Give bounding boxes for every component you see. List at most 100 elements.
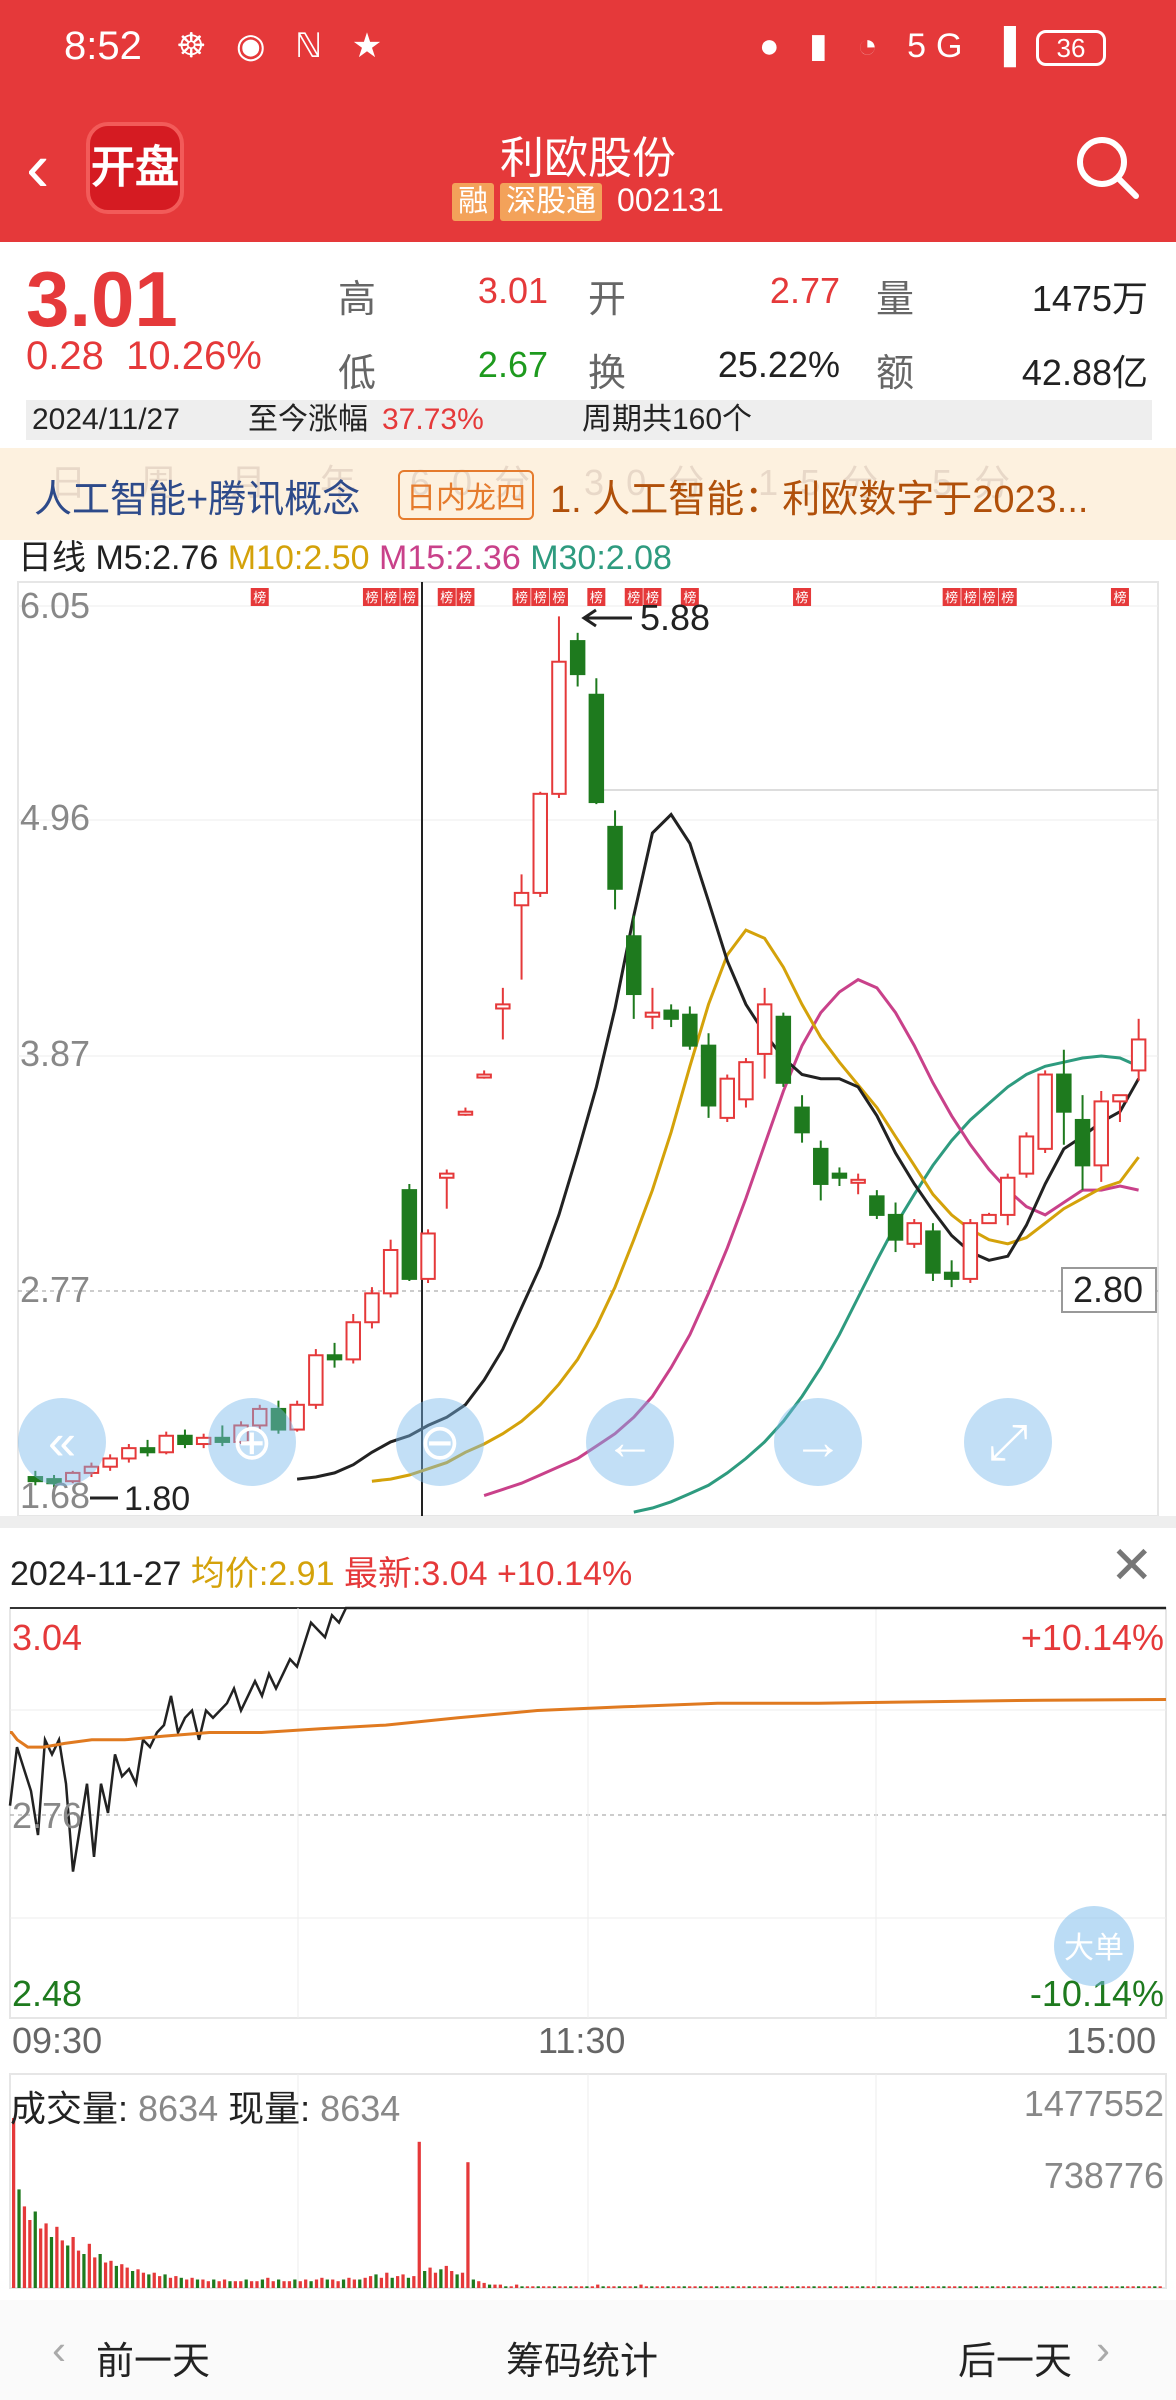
volume-bar: [536, 2286, 540, 2288]
volume-bar: [125, 2267, 129, 2288]
intraday-mid-label: 2.76: [12, 1795, 82, 1836]
kline-candle: [495, 1003, 511, 1010]
chip-stats-button[interactable]: 筹码统计: [506, 2330, 658, 2385]
concept-tags[interactable]: 人工智能+腾讯概念: [34, 468, 360, 523]
volume-bar: [406, 2277, 411, 2288]
rank-flag-label: 榜: [945, 590, 958, 605]
volume-bar: [736, 2286, 740, 2288]
volume-bar: [1001, 2286, 1005, 2288]
volume-bar: [617, 2286, 621, 2288]
kline-candle: [551, 660, 567, 795]
volume-bar: [466, 2162, 470, 2288]
volume-bar: [731, 2286, 735, 2288]
time-label-noon: 11:30: [538, 2020, 626, 2061]
volume-bar: [1082, 2286, 1087, 2288]
open-value: 2.77: [769, 270, 840, 311]
volume-bar: [688, 2286, 692, 2288]
volume-bar: [850, 2286, 854, 2288]
volume-bar: [715, 2286, 719, 2288]
expand-icon[interactable]: ⤢: [964, 1398, 1052, 1486]
latest-label: 最新:: [343, 1555, 422, 1593]
volume-bar: [666, 2286, 670, 2288]
search-icon[interactable]: [1074, 134, 1140, 200]
volume-max-label: 1477552: [1024, 2083, 1164, 2124]
zoom-in-icon[interactable]: ⊕: [208, 1398, 296, 1486]
double-left-icon[interactable]: «: [18, 1398, 106, 1486]
concept-banner[interactable]: 日 周 月 年 60分 30分 15分 5分 人工智能+腾讯概念 日内龙四 1.…: [0, 448, 1176, 540]
volume-bar: [412, 2276, 416, 2288]
volume-bar: [504, 2286, 508, 2288]
volume-bar: [82, 2254, 86, 2288]
prev-day-button[interactable]: 前一天: [96, 2330, 210, 2385]
avg-price-label: 均价:: [190, 1555, 269, 1593]
intraday-chart[interactable]: 3.04 2.76 2.48 +10.14% -10.14% 大单 09:30 …: [0, 1600, 1176, 2061]
volume-bar: [49, 2237, 54, 2288]
kline-candle: [439, 1172, 455, 1179]
volume-bar: [460, 2272, 465, 2288]
volume-bar: [206, 2281, 210, 2288]
kline-candle: [1056, 1073, 1072, 1113]
volume-bar: [801, 2286, 805, 2288]
volume-bar: [379, 2277, 384, 2288]
kline-candle: [420, 1232, 436, 1280]
volume-bar: [926, 2286, 930, 2288]
volume-bar: [271, 2281, 275, 2288]
volume-bar: [1023, 2286, 1027, 2288]
volume-bar: [606, 2286, 611, 2288]
rank-flag-label: 榜: [964, 590, 977, 605]
volume-bar: [136, 2269, 140, 2288]
volume-bar: [942, 2286, 946, 2288]
news-ticker[interactable]: 1. 人工智能：利欧数字于2023...: [550, 468, 1088, 523]
volume-bar: [812, 2286, 816, 2288]
left-arrow-icon[interactable]: ←: [586, 1398, 674, 1486]
volume-bar: [28, 2220, 32, 2288]
volume-mid-label: 738776: [1044, 2155, 1164, 2196]
volume-bar: [698, 2286, 703, 2288]
next-day-button[interactable]: 后一天: [958, 2330, 1072, 2385]
volume-bar: [444, 2265, 448, 2288]
kline-svg[interactable]: 榜榜榜榜榜榜榜榜榜榜榜榜榜榜榜榜榜榜榜 6.05 4.96 3.87 2.77 …: [0, 566, 1176, 1518]
zoom-out-icon[interactable]: ⊖: [396, 1398, 484, 1486]
kline-candle: [326, 1354, 343, 1361]
rank-flag-label: 榜: [515, 590, 528, 605]
volume-value: 8634: [138, 2088, 219, 2129]
volume-header: 成交量: 8634 现量: 8634: [10, 2080, 400, 2132]
period-bar: 2024/11/27 至今涨幅 37.73% 周期共160个: [26, 400, 1152, 440]
volume-bar: [152, 2272, 156, 2288]
volume-bar: [287, 2281, 292, 2288]
volume-bar: [255, 2281, 259, 2288]
volume-bar: [1017, 2286, 1022, 2288]
kline-candle: [869, 1195, 885, 1216]
volume-bar: [1109, 2286, 1114, 2288]
kline-candle: [831, 1172, 848, 1179]
kline-candle: [925, 1230, 941, 1274]
volume-bar: [493, 2284, 497, 2288]
volume-bar: [963, 2286, 968, 2288]
volume-bar: [1045, 2286, 1049, 2288]
turnover-label: 换: [588, 353, 627, 395]
right-arrow-icon[interactable]: →: [774, 1398, 862, 1486]
volume-bar: [450, 2271, 454, 2288]
volume-bar: [682, 2286, 686, 2288]
volume-bar: [807, 2286, 811, 2288]
volume-bar: [352, 2279, 356, 2288]
volume-bar: [55, 2226, 59, 2288]
rank-flag-label: 榜: [1113, 590, 1126, 605]
volume-bar: [655, 2286, 659, 2288]
kline-candle: [1000, 1176, 1016, 1216]
kline-chart[interactable]: 榜榜榜榜榜榜榜榜榜榜榜榜榜榜榜榜榜榜榜 6.05 4.96 3.87 2.77 …: [0, 566, 1176, 1518]
volume-bar: [201, 2279, 205, 2288]
volume-bar: [487, 2284, 492, 2288]
volume-bar: [233, 2281, 237, 2288]
status-time: 8:52: [64, 24, 142, 68]
kline-candle: [887, 1213, 904, 1241]
volume-bar: [893, 2286, 897, 2288]
kline-candle: [1018, 1135, 1035, 1175]
stock-code: 002131: [617, 182, 724, 218]
volume-bar: [585, 2286, 589, 2288]
kline-candle: [719, 1077, 735, 1119]
kline-y-label: 3.87: [20, 1033, 90, 1074]
intraday-svg[interactable]: 3.04 2.76 2.48 +10.14% -10.14% 大单: [0, 1600, 1176, 2030]
volume-bar: [915, 2286, 919, 2288]
close-icon[interactable]: ✕: [1110, 1540, 1154, 1592]
